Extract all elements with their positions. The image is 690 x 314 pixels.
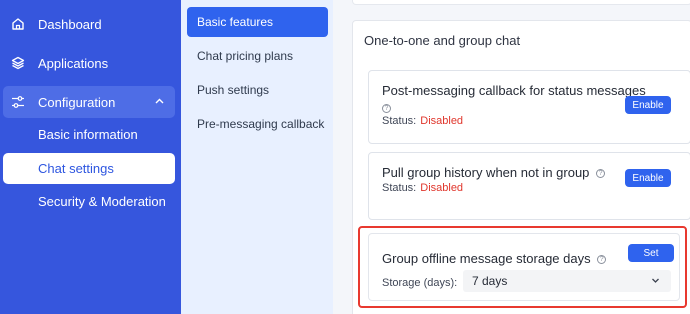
sidebar-item-label: Configuration — [38, 94, 116, 110]
settings-menu: Basic features Chat pricing plans Push s… — [181, 0, 333, 314]
chevron-down-icon — [650, 275, 661, 289]
sidebar-item-label: Dashboard — [38, 16, 102, 32]
status-text: Status: Disabled — [382, 115, 463, 127]
set-button[interactable]: Set — [628, 244, 674, 262]
home-icon — [11, 17, 25, 31]
menu-item-pre-messaging-callback[interactable]: Pre-messaging callback — [187, 109, 328, 139]
menu-item-label: Push settings — [197, 83, 270, 97]
menu-item-label: Basic features — [197, 15, 274, 29]
sidebar-subitem-security-moderation[interactable]: Security & Moderation — [3, 186, 175, 217]
menu-item-basic-features[interactable]: Basic features — [187, 7, 328, 37]
status-value: Disabled — [420, 182, 464, 194]
sidebar-subitem-label: Chat settings — [38, 161, 114, 176]
menu-item-chat-pricing-plans[interactable]: Chat pricing plans — [187, 41, 328, 71]
menu-item-push-settings[interactable]: Push settings — [187, 75, 328, 105]
chevron-up-icon — [154, 95, 165, 110]
setting-title-text: Group offline message storage days — [382, 251, 591, 266]
storage-label: Storage (days): — [382, 277, 458, 289]
sidebar: Dashboard Applications Configuration Bas… — [0, 0, 181, 314]
setting-title: Post-messaging callback for status messa… — [382, 83, 646, 98]
setting-card-pull-group-history: Pull group history when not in group ? S… — [368, 152, 690, 220]
enable-button[interactable]: Enable — [625, 169, 671, 187]
status-text: Status: Disabled — [382, 182, 463, 194]
sliders-icon — [11, 95, 25, 109]
setting-card-post-messaging-callback: Post-messaging callback for status messa… — [368, 70, 690, 144]
storage-days-select[interactable]: 7 days — [463, 270, 671, 292]
sidebar-item-dashboard[interactable]: Dashboard — [0, 8, 181, 40]
sidebar-subitem-chat-settings[interactable]: Chat settings — [3, 153, 175, 184]
sidebar-subitem-label: Basic information — [38, 127, 138, 142]
sidebar-subitem-label: Security & Moderation — [38, 194, 166, 209]
setting-title-text: Pull group history when not in group — [382, 165, 590, 180]
content-gutter — [333, 0, 343, 314]
status-value: Disabled — [420, 115, 464, 127]
menu-item-label: Pre-messaging callback — [197, 117, 325, 131]
sidebar-item-label: Applications — [38, 55, 109, 71]
sidebar-item-configuration[interactable]: Configuration — [3, 86, 175, 118]
sidebar-item-applications[interactable]: Applications — [0, 47, 181, 79]
highlight-box: Group offline message storage days ? Sto… — [358, 226, 687, 308]
status-label: Status: — [382, 182, 417, 194]
section-title: One-to-one and group chat — [364, 33, 521, 48]
storage-days-value: 7 days — [472, 274, 508, 288]
help-icon[interactable]: ? — [596, 169, 606, 179]
setting-title: Pull group history when not in group ? — [382, 165, 606, 180]
status-label: Status: — [382, 115, 417, 127]
previous-section-card — [352, 0, 690, 5]
sidebar-subitem-basic-information[interactable]: Basic information — [3, 119, 175, 150]
enable-button[interactable]: Enable — [625, 96, 671, 114]
help-icon[interactable]: ? — [597, 255, 607, 265]
setting-title: Group offline message storage days ? — [382, 251, 607, 266]
layers-icon — [11, 56, 25, 70]
menu-item-label: Chat pricing plans — [197, 49, 294, 63]
